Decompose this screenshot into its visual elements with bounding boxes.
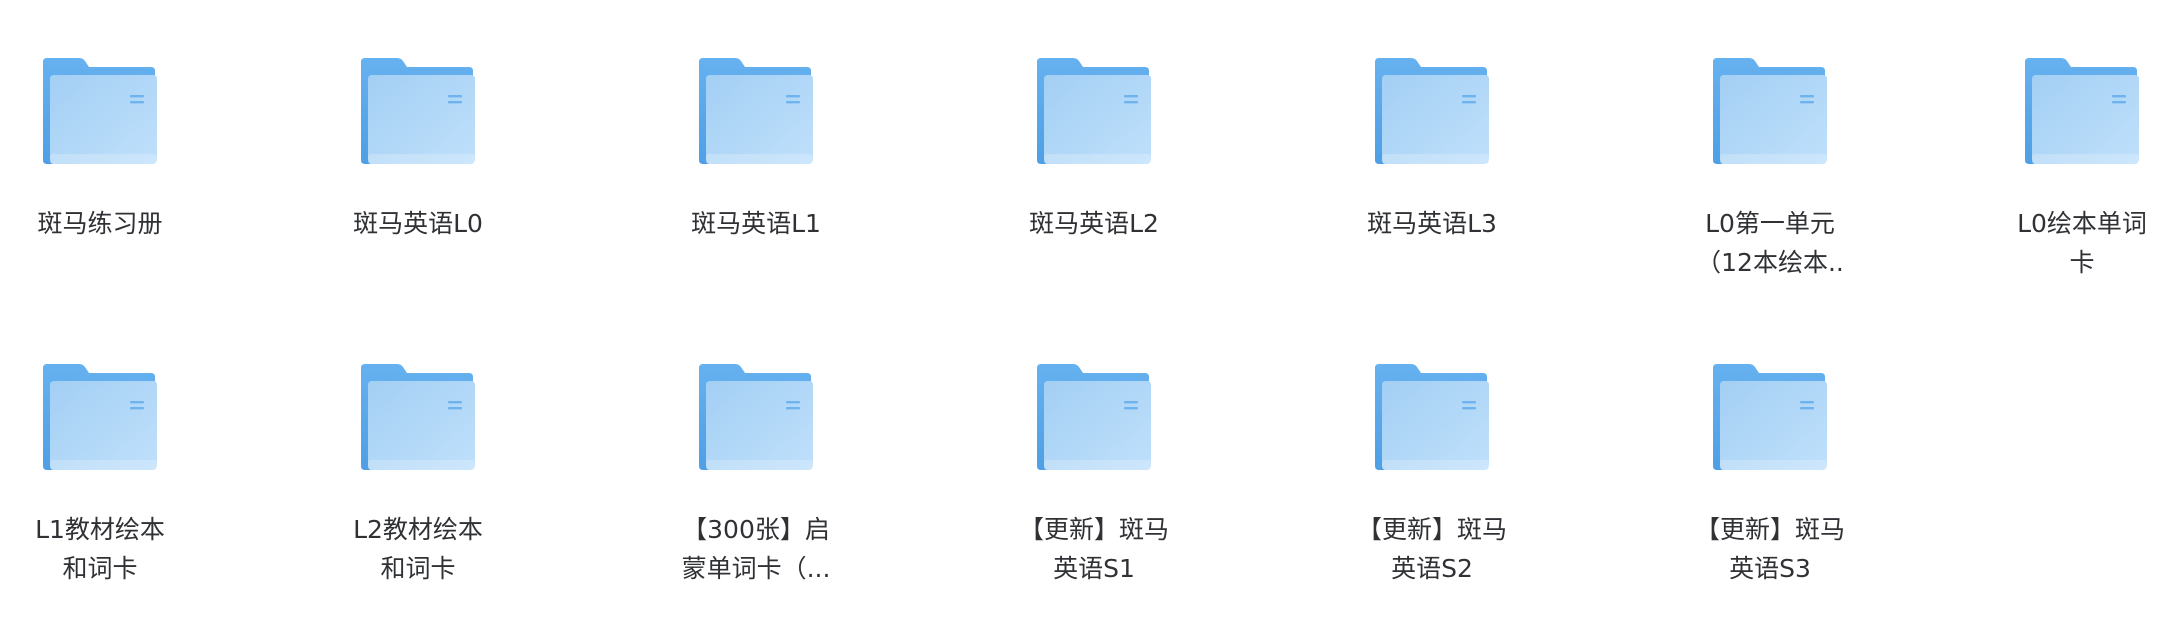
folder-item[interactable]: L0绘本单词卡	[1982, 56, 2182, 336]
folder-icon	[1373, 56, 1491, 166]
folder-icon	[697, 56, 815, 166]
folder-item[interactable]: L2教材绘本 和词卡	[318, 362, 518, 642]
folder-label: L0第一单元 （12本绘本..	[1696, 209, 1844, 277]
folder-icon	[41, 56, 159, 166]
folder-item[interactable]: 斑马英语L2	[994, 56, 1194, 336]
folder-icon	[1035, 56, 1153, 166]
file-grid: 斑马练习册 斑马英语L0 斑马英语L1 斑马英语L2 斑马英语L3 L0第一单元…	[0, 0, 2182, 606]
folder-item[interactable]: 斑马英语L3	[1332, 56, 1532, 336]
folder-label: 【更新】斑马 英语S1	[1018, 515, 1169, 583]
folder-label: L2教材绘本 和词卡	[353, 515, 483, 583]
folder-item[interactable]: 【更新】斑马 英语S2	[1332, 362, 1532, 642]
folder-label: 【300张】启 蒙单词卡（...	[681, 515, 831, 583]
folder-icon	[1035, 362, 1153, 472]
folder-icon	[2023, 56, 2141, 166]
folder-label: 斑马英语L0	[353, 209, 483, 238]
folder-label: 斑马英语L3	[1367, 209, 1497, 238]
folder-item[interactable]: 斑马英语L0	[318, 56, 518, 336]
folder-item[interactable]: L0第一单元 （12本绘本..	[1670, 56, 1870, 336]
folder-label: 斑马英语L2	[1029, 209, 1159, 238]
folder-item[interactable]: 【300张】启 蒙单词卡（...	[656, 362, 856, 642]
folder-label: 斑马英语L1	[691, 209, 821, 238]
folder-label: 【更新】斑马 英语S2	[1356, 515, 1507, 583]
folder-item[interactable]: 【更新】斑马 英语S3	[1670, 362, 1870, 642]
folder-icon	[1711, 56, 1829, 166]
folder-label: 斑马练习册	[37, 209, 163, 238]
folder-label: L1教材绘本 和词卡	[35, 515, 165, 583]
folder-icon	[359, 362, 477, 472]
folder-icon	[41, 362, 159, 472]
folder-item[interactable]: 斑马练习册	[0, 56, 200, 336]
folder-icon	[359, 56, 477, 166]
folder-item[interactable]: 【更新】斑马 英语S1	[994, 362, 1194, 642]
folder-item[interactable]: 斑马英语L1	[656, 56, 856, 336]
folder-icon	[697, 362, 815, 472]
folder-icon	[1373, 362, 1491, 472]
folder-item[interactable]: L1教材绘本 和词卡	[0, 362, 200, 642]
folder-label: 【更新】斑马 英语S3	[1694, 515, 1845, 583]
folder-icon	[1711, 362, 1829, 472]
folder-label: L0绘本单词卡	[2017, 209, 2147, 277]
